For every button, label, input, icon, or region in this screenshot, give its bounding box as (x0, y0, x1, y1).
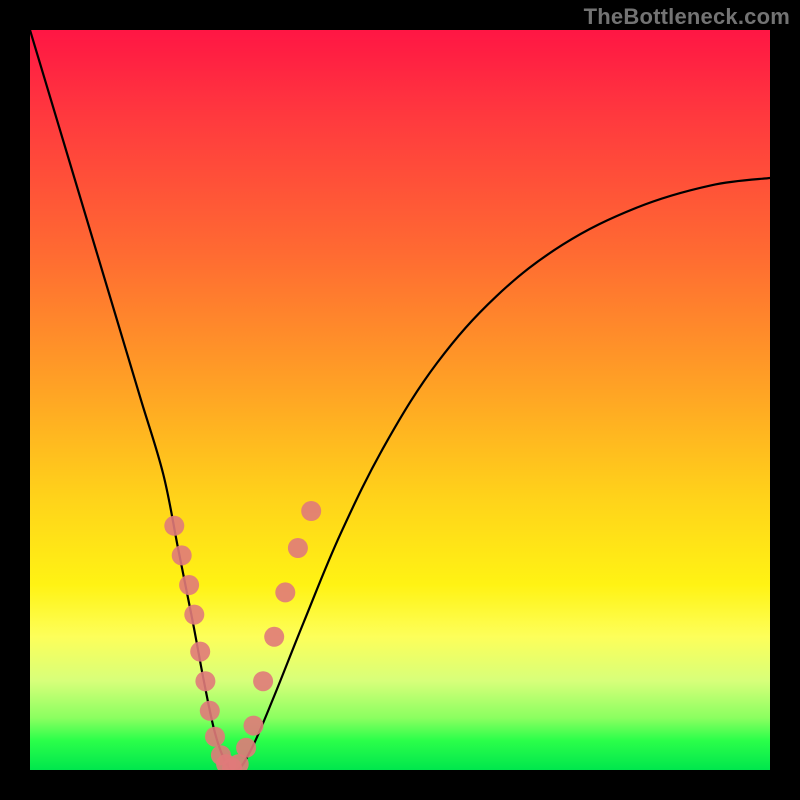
plot-area (30, 30, 770, 770)
highlight-dot (190, 642, 210, 662)
highlight-dot (264, 627, 284, 647)
highlight-dot (236, 738, 256, 758)
highlight-dot (205, 727, 225, 747)
highlight-dot (301, 501, 321, 521)
highlight-dot (195, 671, 215, 691)
chart-frame: TheBottleneck.com (0, 0, 800, 800)
highlight-dot (275, 582, 295, 602)
highlight-dot (200, 701, 220, 721)
highlight-dot (179, 575, 199, 595)
highlight-dot (164, 516, 184, 536)
highlight-dot (184, 605, 204, 625)
bottleneck-curve (30, 30, 770, 770)
highlight-dot (244, 716, 264, 736)
watermark-text: TheBottleneck.com (584, 4, 790, 30)
highlight-dot (172, 545, 192, 565)
highlight-dot (288, 538, 308, 558)
curve-svg (30, 30, 770, 770)
highlight-dot (253, 671, 273, 691)
